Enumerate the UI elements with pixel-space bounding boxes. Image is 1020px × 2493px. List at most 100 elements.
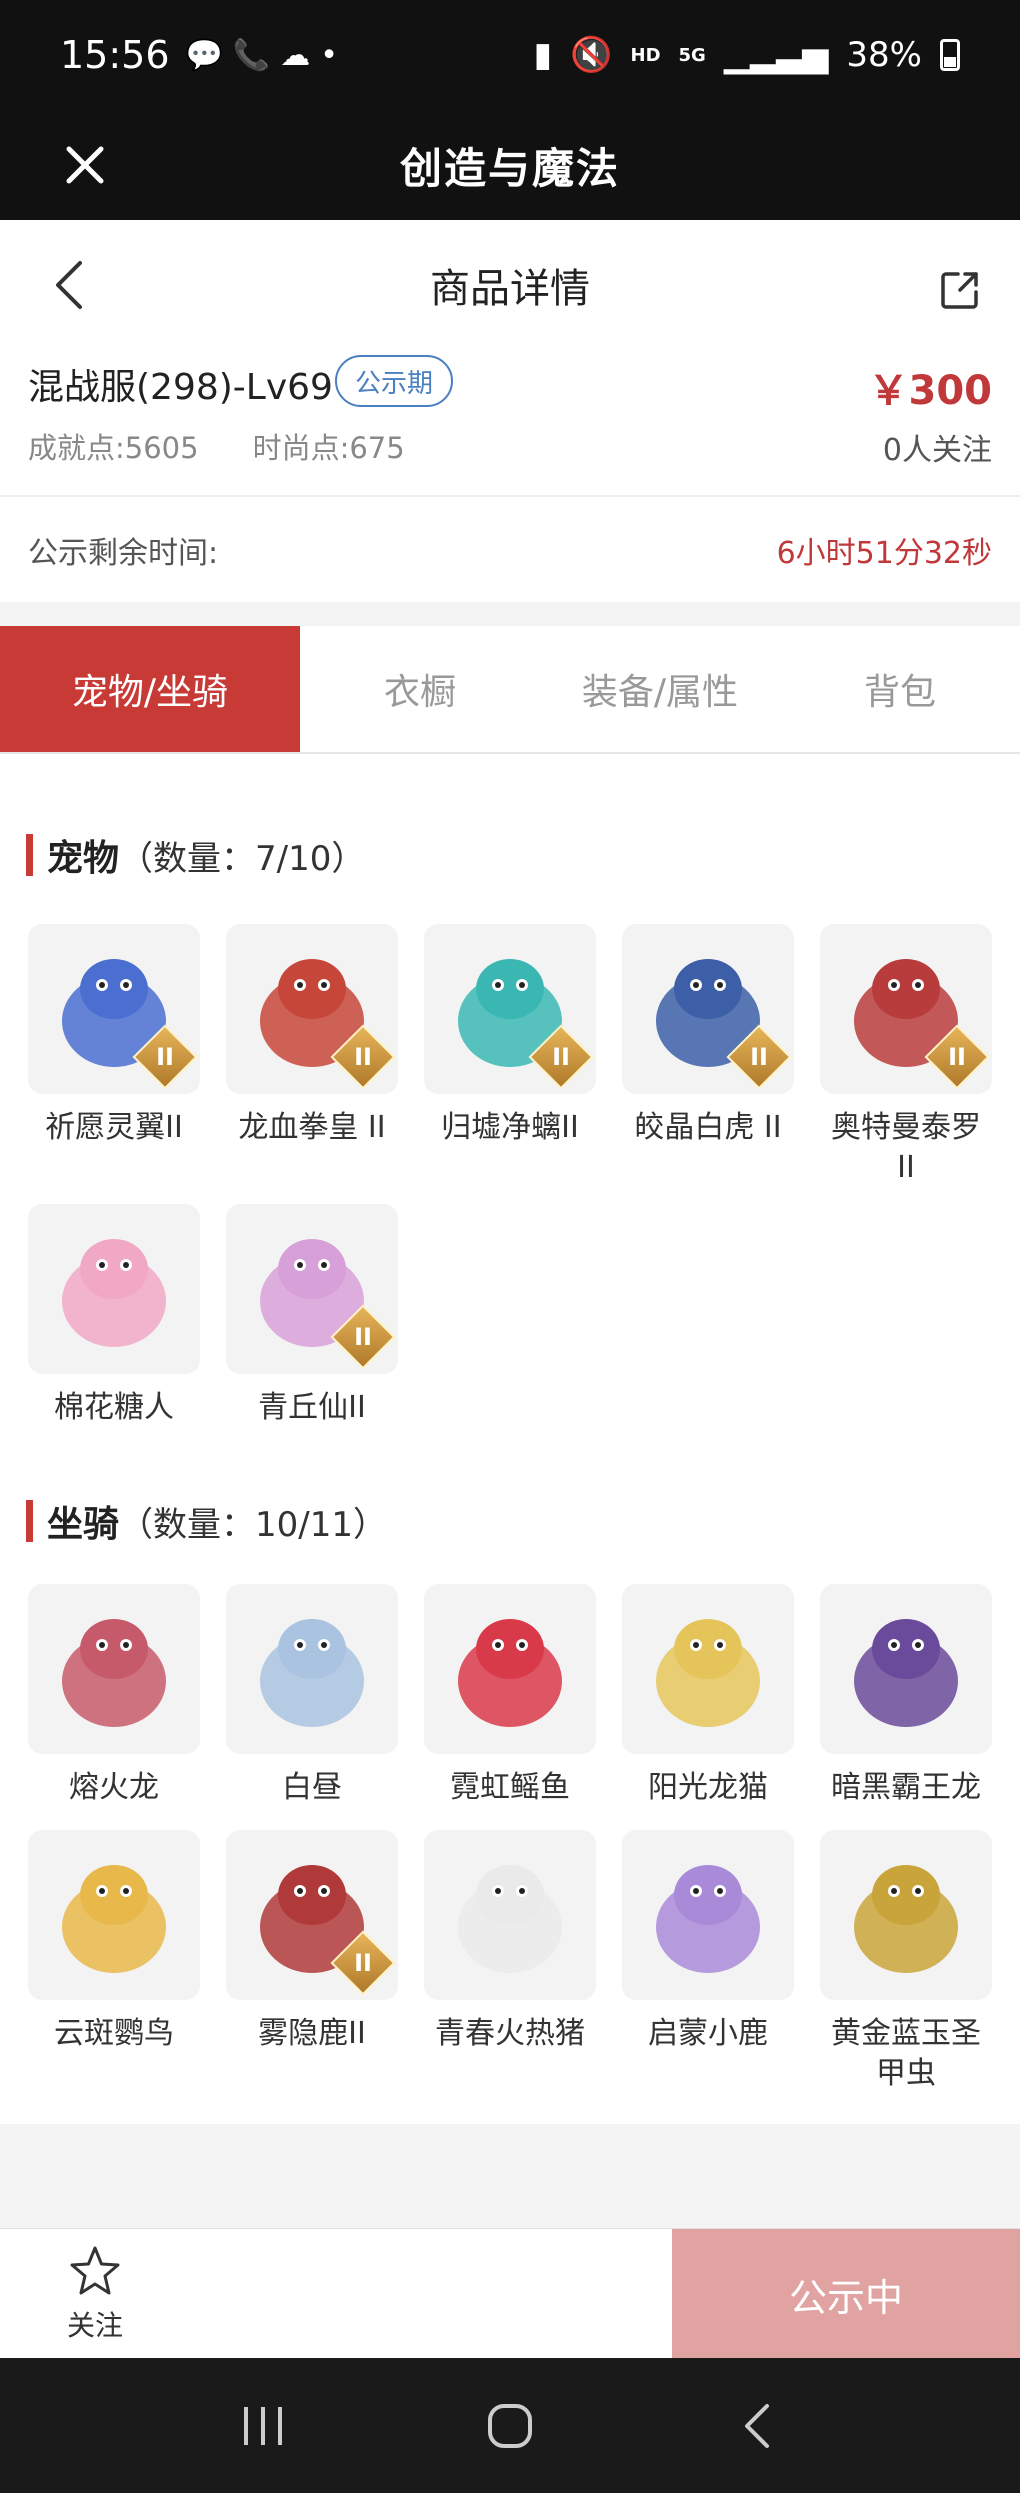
pets-name: 奥特曼泰罗 II: [831, 1110, 981, 1185]
rank-label: II: [750, 1043, 768, 1071]
dot-icon: •: [320, 37, 338, 73]
mounts-thumbnail: [820, 1830, 992, 2000]
home-button[interactable]: [480, 2396, 540, 2456]
back-button[interactable]: [40, 255, 100, 315]
mounts-item[interactable]: 黄金蓝玉圣 甲虫: [820, 1830, 992, 2094]
pets-count: （数量：7/10）: [119, 838, 366, 879]
close-button[interactable]: [60, 140, 110, 190]
pets-item[interactable]: II 青丘仙II: [226, 1204, 398, 1428]
app-title-bar: 创造与魔法: [0, 110, 1020, 220]
pets-thumbnail: II: [820, 924, 992, 1094]
pets-name: 棉花糖人: [54, 1390, 174, 1425]
mounts-item[interactable]: 青春火热猪: [424, 1830, 596, 2054]
mounts-thumbnail: [622, 1830, 794, 2000]
mounts-name: 阳光龙猫: [648, 1770, 768, 1805]
mounts-item[interactable]: 白昼: [226, 1584, 398, 1808]
mounts-name: 暗黑霸王龙: [831, 1770, 981, 1805]
detail-tabs: 宠物/坐骑 衣橱 装备/属性 背包: [0, 626, 1020, 754]
recent-apps-button[interactable]: [233, 2396, 293, 2456]
mounts-thumbnail: [424, 1584, 596, 1754]
mounts-item[interactable]: 熔火龙: [28, 1584, 200, 1808]
creature-portrait-icon: [62, 1619, 166, 1727]
price: ￥300: [868, 368, 993, 414]
remaining-time-label: 公示剩余时间:: [28, 535, 219, 571]
pets-item[interactable]: II 皎晶白虎 II: [622, 924, 794, 1148]
mute-icon: 🔇: [570, 35, 613, 75]
bottom-action-bar: 关注 公示中: [0, 2228, 1020, 2359]
pets-item[interactable]: II 奥特曼泰罗 II: [820, 924, 992, 1188]
pets-item[interactable]: 棉花糖人: [28, 1204, 200, 1428]
signal-icon: ▁▂▃▅: [723, 35, 829, 75]
system-back-button[interactable]: [727, 2396, 787, 2456]
pets-item[interactable]: II 龙血拳皇 II: [226, 924, 398, 1148]
tab-backpack[interactable]: 背包: [780, 626, 1020, 752]
chevron-left-icon: [56, 261, 82, 309]
mounts-item[interactable]: 霓虹鳐鱼: [424, 1584, 596, 1808]
mounts-thumbnail: [28, 1584, 200, 1754]
mounts-section-header: 坐骑 （数量：10/11）: [26, 1495, 387, 1547]
back-icon: [744, 2403, 769, 2448]
mounts-thumbnail: II: [226, 1830, 398, 2000]
product-stats: 成就点:5605 时尚点:675: [28, 425, 405, 467]
mounts-name: 熔火龙: [69, 1770, 159, 1805]
pets-name: 龙血拳皇 II: [238, 1110, 386, 1145]
pets-thumbnail: II: [424, 924, 596, 1094]
mounts-thumbnail: [226, 1584, 398, 1754]
status-badge: 公示期: [335, 355, 454, 407]
pets-thumbnail: II: [226, 924, 398, 1094]
mounts-item[interactable]: 启蒙小鹿: [622, 1830, 794, 2054]
pets-thumbnail: II: [226, 1204, 398, 1374]
tab-wardrobe[interactable]: 衣橱: [300, 626, 540, 752]
share-external-icon: [941, 272, 978, 309]
pets-name: 归墟净螭II: [441, 1110, 579, 1145]
follow-label: 关注: [66, 2308, 123, 2342]
tab-pets-mounts[interactable]: 宠物/坐骑: [0, 626, 300, 752]
notification-icons: 💬 📞 ☁ •: [186, 38, 338, 73]
pets-thumbnail: II: [622, 924, 794, 1094]
mounts-name: 黄金蓝玉圣 甲虫: [831, 2016, 981, 2091]
close-icon: [66, 146, 104, 184]
phone-icon: 📞: [232, 37, 271, 73]
battery-icon: [940, 39, 960, 71]
star-icon: [70, 2246, 120, 2294]
tab-equipment[interactable]: 装备/属性: [540, 626, 780, 752]
rank-label: II: [354, 1323, 372, 1351]
wechat-icon: ☁: [280, 37, 311, 73]
mounts-thumbnail: [28, 1830, 200, 2000]
creature-portrait-icon: [656, 1865, 760, 1973]
rank-label: II: [552, 1043, 570, 1071]
section-accent: [26, 834, 33, 876]
publicity-status-button[interactable]: 公示中: [672, 2229, 1020, 2359]
remaining-time-value: 6小时51分32秒: [776, 535, 992, 571]
follower-count: 0人关注: [882, 433, 992, 468]
page-title: 商品详情: [430, 266, 590, 312]
pets-item[interactable]: II 归墟净螭II: [424, 924, 596, 1148]
pets-thumbnail: [28, 1204, 200, 1374]
creature-portrait-icon: [260, 1619, 364, 1727]
mounts-item[interactable]: 阳光龙猫: [622, 1584, 794, 1808]
follow-button[interactable]: 关注: [0, 2229, 190, 2358]
mounts-thumbnail: [820, 1584, 992, 1754]
mounts-item[interactable]: II 雾隐鹿II: [226, 1830, 398, 2054]
pets-item[interactable]: II 祈愿灵翼II: [28, 924, 200, 1148]
mounts-item[interactable]: 暗黑霸王龙: [820, 1584, 992, 1808]
home-icon: [487, 2403, 532, 2448]
creature-portrait-icon: [458, 1865, 562, 1973]
mounts-name: 雾隐鹿II: [258, 2016, 366, 2051]
mounts-name: 青春火热猪: [435, 2016, 585, 2051]
rank-label: II: [354, 1043, 372, 1071]
battery-saver-icon: ▮: [533, 35, 553, 75]
pets-section-header: 宠物 （数量：7/10）: [26, 829, 365, 881]
mounts-count: （数量：10/11）: [119, 1504, 387, 1545]
achievement-points: 成就点:5605: [28, 431, 199, 465]
system-nav-bar: [0, 2358, 1020, 2493]
rank-label: II: [354, 1949, 372, 1977]
network-label: 5G: [678, 44, 706, 66]
share-button[interactable]: [930, 260, 990, 320]
creature-portrait-icon: [656, 1619, 760, 1727]
creature-portrait-icon: [458, 1619, 562, 1727]
status-bar: 15:56 💬 📞 ☁ • ▮ 🔇 HD 5G ▁▂▃▅ 38%: [0, 0, 1020, 110]
creature-portrait-icon: [854, 1865, 958, 1973]
mounts-item[interactable]: 云斑鹦鸟: [28, 1830, 200, 2054]
creature-portrait-icon: [62, 1865, 166, 1973]
